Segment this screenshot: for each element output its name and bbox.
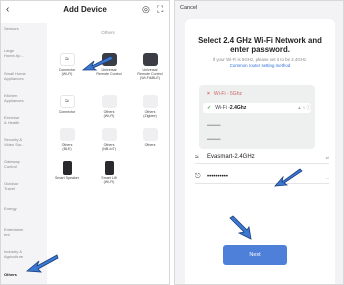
device-others-zigbee[interactable]: Others (Zigbee) bbox=[132, 95, 168, 118]
sidebar-item-kitchen-appliances[interactable]: Kitchen Appliances bbox=[4, 93, 46, 103]
next-button[interactable]: Next bbox=[223, 245, 287, 265]
device-label: Connector bbox=[58, 110, 76, 114]
wifi-5ghz-row: × Wi-Fi - 5Ghz bbox=[207, 89, 309, 99]
sidebar-item-label: Outdoor Travel bbox=[4, 181, 19, 191]
device-tile bbox=[101, 128, 117, 141]
sidebar-item-label: Kitchen Appliances bbox=[4, 93, 24, 103]
instruction-text: If your Wi-Fi is 5GHz, please set it to … bbox=[212, 57, 308, 62]
device-tile bbox=[142, 95, 158, 108]
lock-wifi-info-icon: ▲ ≈ ⓘ bbox=[297, 105, 311, 110]
device-tile bbox=[102, 160, 117, 175]
lock-icon: ⎋ bbox=[195, 173, 201, 180]
device-label: Smart Lift (Wi-Fi) bbox=[101, 176, 117, 185]
device-tile bbox=[101, 95, 117, 108]
wifi-band: 2.4Ghz bbox=[229, 105, 247, 111]
lift-icon bbox=[104, 160, 114, 175]
router-settings-link[interactable]: Common router setting method bbox=[189, 63, 331, 68]
category-sidebar: Sensors Large Home Ap... Small Home Appl… bbox=[1, 23, 47, 284]
sidebar-item-label: Exercise & Health bbox=[4, 115, 20, 125]
device-label: Others (NB-IoT) bbox=[102, 143, 116, 152]
pointer-arrow-icon bbox=[25, 254, 59, 273]
speaker-icon bbox=[62, 160, 72, 175]
device-smart-speaker[interactable]: Smart Speaker bbox=[49, 160, 85, 180]
sidebar-item-label: Entertainm ent bbox=[4, 227, 24, 237]
password-field[interactable]: ⎋ •••••••••• — bbox=[195, 171, 329, 184]
wifi-form-card: Select 2.4 GHz Wi-Fi Network and enter p… bbox=[185, 19, 335, 284]
scan-icon[interactable]: ⛶ bbox=[157, 4, 163, 15]
sidebar-item-small-home-appliances[interactable]: Small Home Appliances bbox=[4, 71, 46, 81]
header: ‹ Add Device ◎ ⛶ bbox=[1, 1, 169, 21]
device-smart-lift[interactable]: Smart Lift (Wi-Fi) bbox=[91, 160, 127, 185]
ssid-value: Evasmart-2.4GHz bbox=[207, 154, 255, 160]
sidebar-item-security[interactable]: Security & Video Sur... bbox=[4, 137, 46, 147]
device-connector-wifi[interactable]: ≈ Connector (Wi-Fi) bbox=[49, 53, 85, 76]
sidebar-item-label: Gateway Control bbox=[4, 159, 20, 169]
wifi-placeholder-row: ▬▬▬ bbox=[207, 119, 309, 129]
wifi-placeholder-row: ▬▬▬ bbox=[207, 133, 309, 143]
wifi-name: Wi-Fi - 5Ghz bbox=[213, 91, 242, 97]
sidebar-item-label: Small Home Appliances bbox=[4, 71, 26, 81]
sidebar-item-gateway-control[interactable]: Gateway Control bbox=[4, 159, 46, 169]
device-others-ble[interactable]: Others (BLE) bbox=[49, 128, 85, 151]
sidebar-item-energy[interactable]: Energy bbox=[4, 206, 46, 211]
device-universal-remote-wifi-ble[interactable]: Universal Remote Control (Wi-Fi&BLE) bbox=[132, 53, 168, 81]
sidebar-item-label: Large Home Ap... bbox=[4, 48, 24, 58]
wifi-2-4ghz-row: ✓ Wi-Fi - 2.4Ghz ▲ ≈ ⓘ bbox=[203, 103, 311, 113]
add-device-screen: ‹ Add Device ◎ ⛶ Sensors Large Home Ap..… bbox=[0, 0, 170, 285]
wifi-icon: ≈ bbox=[65, 98, 69, 105]
pointer-arrow-icon bbox=[274, 168, 303, 187]
device-label: Smart Speaker bbox=[55, 176, 79, 180]
sidebar-item-sensors[interactable]: Sensors bbox=[4, 26, 46, 31]
device-label: Universal Remote Control (Wi-Fi&BLE) bbox=[137, 68, 163, 81]
wifi-illustration: × Wi-Fi - 5Ghz ✓ Wi-Fi - 2.4Ghz ▲ ≈ ⓘ ▬▬… bbox=[199, 85, 315, 149]
device-others-nb-iot[interactable]: Others (NB-IoT) bbox=[91, 128, 127, 151]
sidebar-item-outdoor-travel[interactable]: Outdoor Travel bbox=[4, 181, 46, 191]
check-icon: ✓ bbox=[207, 105, 212, 111]
sidebar-item-entertainment[interactable]: Entertainm ent bbox=[4, 227, 46, 237]
category-heading: Others bbox=[101, 30, 115, 35]
sidebar-item-exercise-health[interactable]: Exercise & Health bbox=[4, 115, 46, 125]
wifi-setup-screen: Cancel Select 2.4 GHz Wi-Fi Network and … bbox=[174, 0, 344, 285]
device-connector[interactable]: ≈ Connector bbox=[49, 95, 85, 114]
eye-icon[interactable]: — bbox=[325, 175, 329, 180]
device-label: Connector (Wi-Fi) bbox=[58, 68, 76, 77]
password-value: •••••••••• bbox=[207, 174, 229, 180]
pointer-arrow-icon bbox=[229, 215, 252, 240]
device-tile bbox=[60, 160, 75, 175]
device-tile bbox=[142, 128, 158, 141]
placeholder-bar-icon: ▬▬▬ bbox=[207, 121, 221, 127]
device-label: Others (BLE) bbox=[61, 143, 73, 152]
device-others[interactable]: Others bbox=[132, 128, 168, 147]
device-tile bbox=[59, 128, 75, 141]
device-label: Others (Wi-Fi) bbox=[103, 110, 115, 119]
device-label: Others (Zigbee) bbox=[143, 110, 157, 119]
sidebar-item-large-home-appliances[interactable]: Large Home Ap... bbox=[4, 48, 46, 58]
cancel-button[interactable]: Cancel bbox=[180, 5, 197, 11]
wifi-icon: ≈ bbox=[65, 56, 69, 63]
pointer-arrow-icon bbox=[81, 55, 114, 71]
sidebar-item-label: Security & Video Sur... bbox=[4, 137, 25, 147]
page-title: Select 2.4 GHz Wi-Fi Network and enter p… bbox=[198, 36, 322, 54]
ssid-field[interactable]: ≈ Evasmart-2.4GHz ⇄ bbox=[195, 151, 329, 164]
switch-network-icon[interactable]: ⇄ bbox=[326, 155, 329, 160]
cross-icon: × bbox=[207, 91, 210, 97]
wifi-name: Wi-Fi - bbox=[215, 105, 230, 111]
wifi-icon: ≈ bbox=[195, 153, 199, 161]
device-others-wifi[interactable]: Others (Wi-Fi) bbox=[91, 95, 127, 118]
sidebar-item-label: Industry & Agriculture bbox=[4, 249, 24, 259]
remote-icon bbox=[142, 53, 158, 66]
placeholder-bar-icon: ▬▬▬ bbox=[207, 135, 221, 141]
device-tile: ≈ bbox=[59, 53, 75, 66]
device-label: Others bbox=[144, 143, 156, 147]
target-icon[interactable]: ◎ bbox=[142, 4, 150, 15]
device-tile: ≈ bbox=[59, 95, 75, 108]
